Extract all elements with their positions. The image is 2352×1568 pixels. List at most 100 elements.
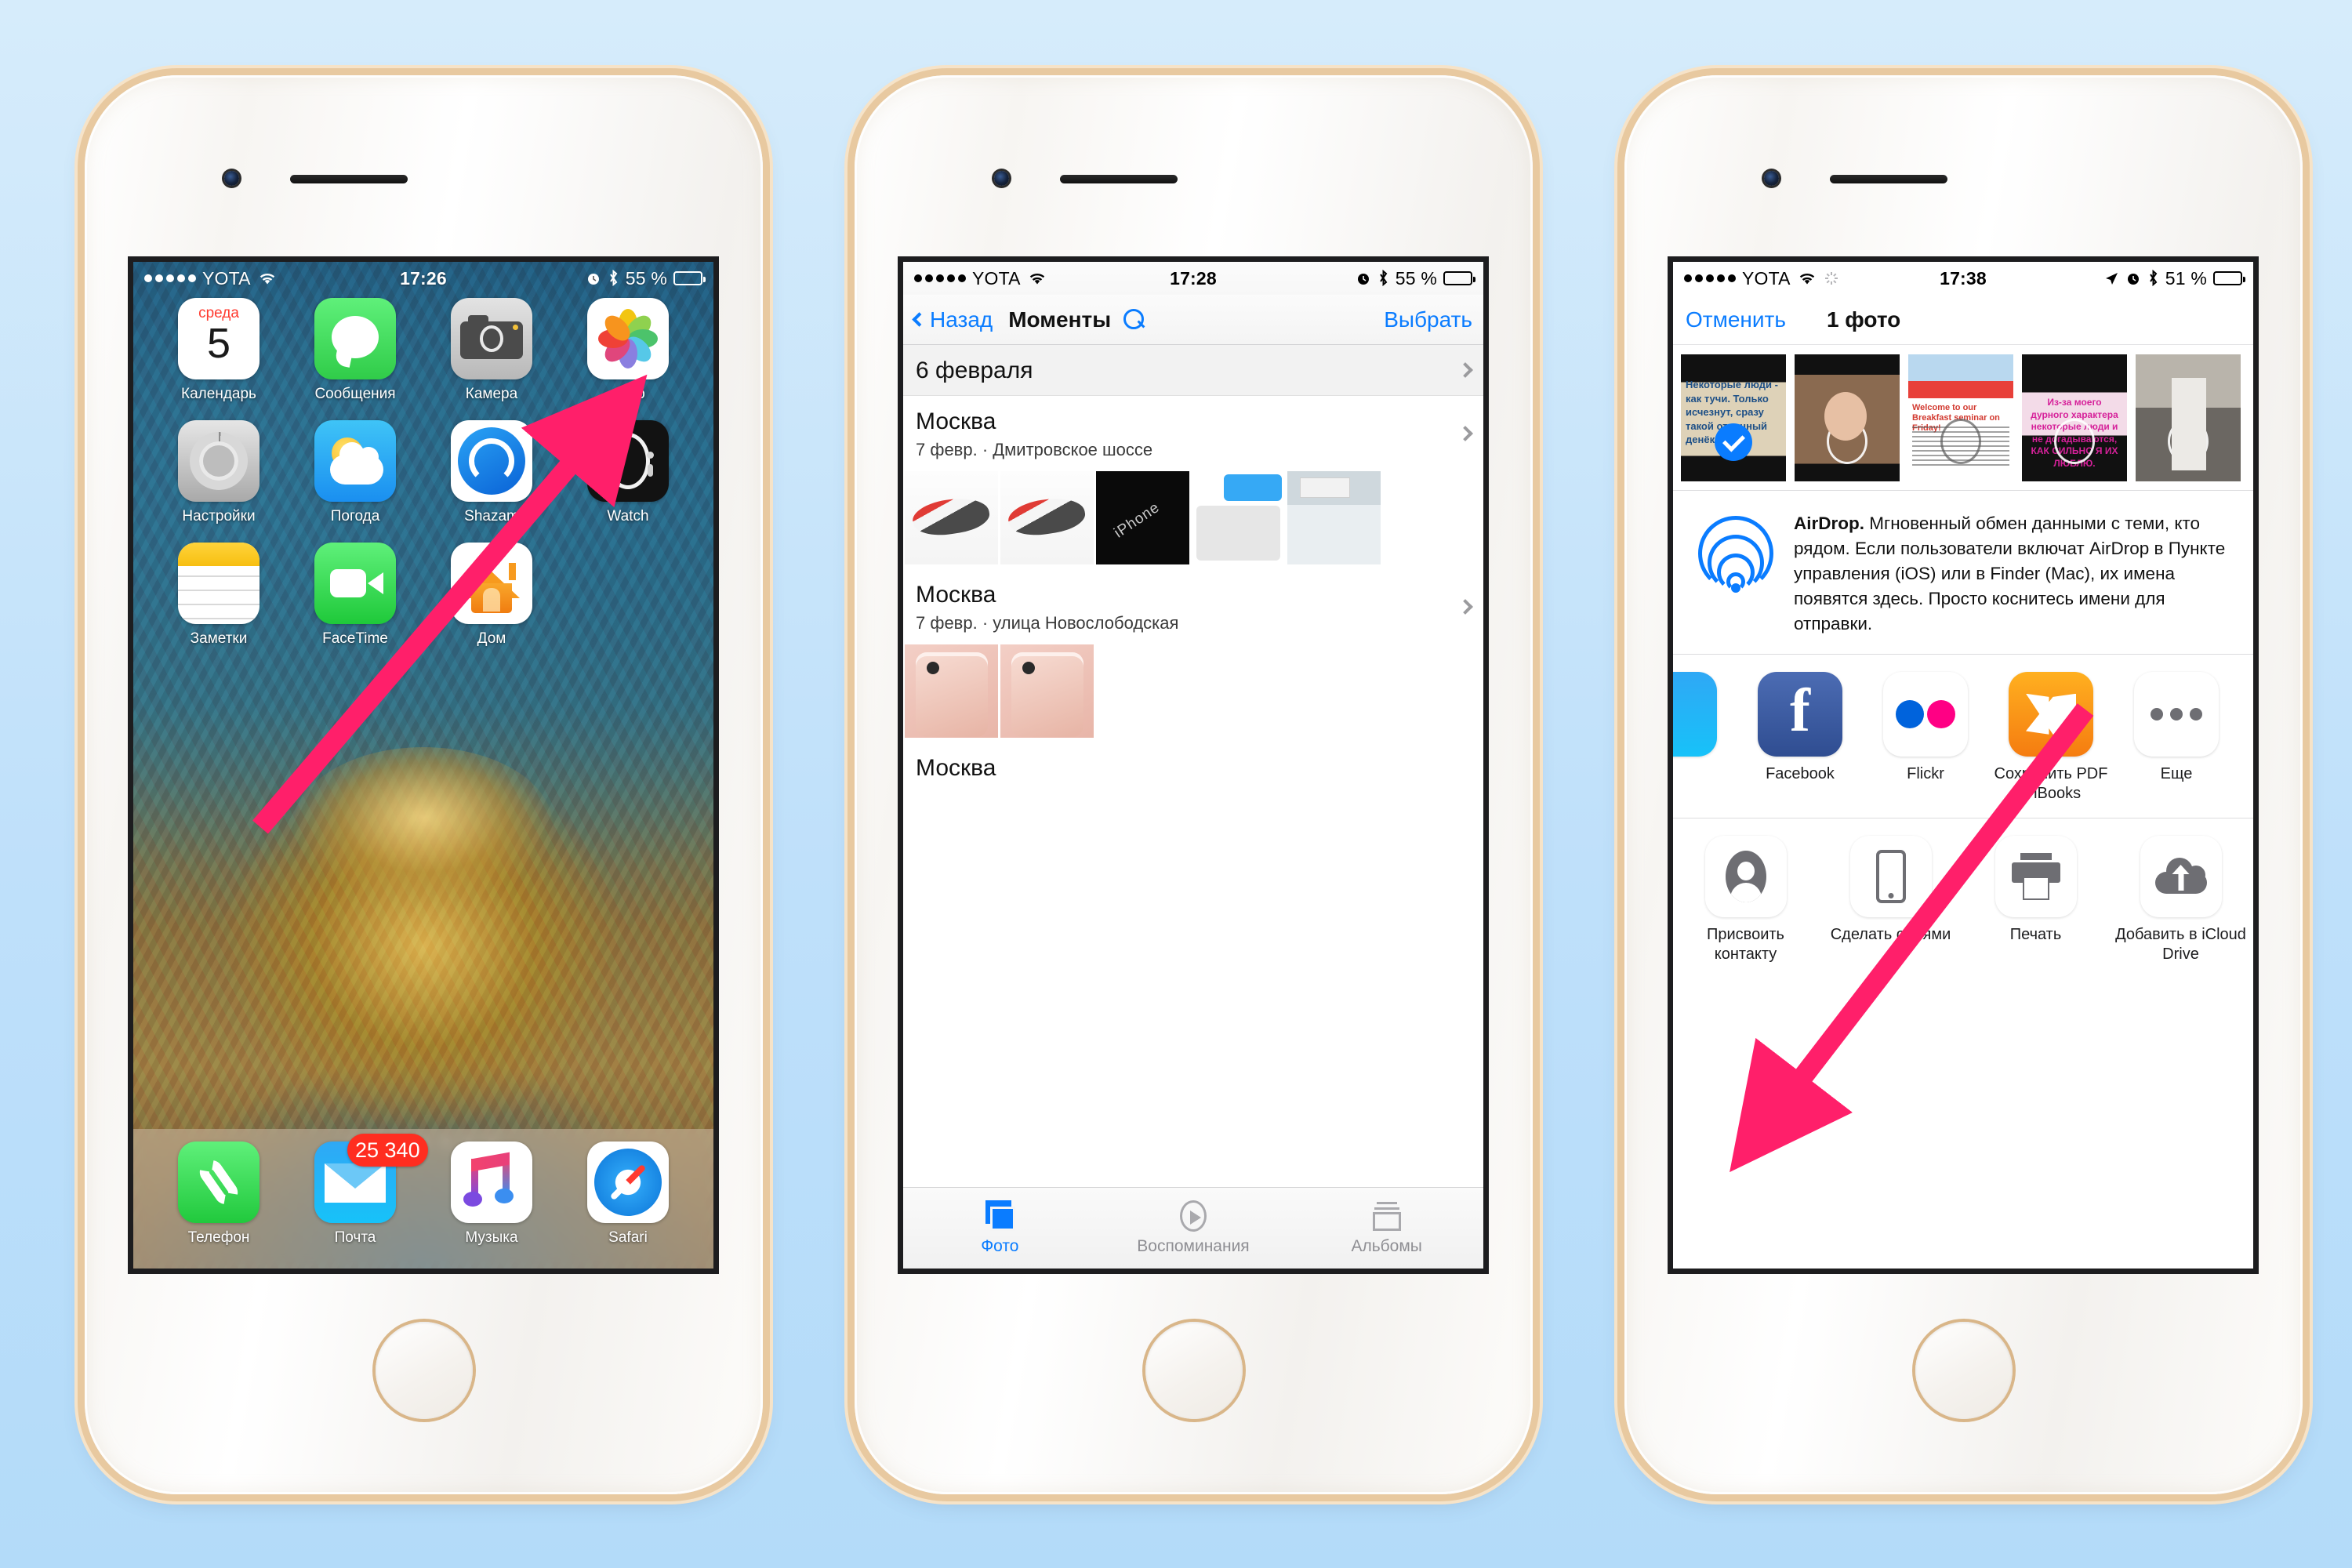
battery-percent-label: 55 % — [1395, 267, 1437, 289]
dock-safari[interactable]: Safari — [560, 1142, 696, 1269]
battery-percent-label: 51 % — [2165, 267, 2207, 289]
photo-thumb[interactable]: iPhone — [1096, 471, 1189, 564]
photo-thumb[interactable] — [905, 644, 998, 738]
status-left: YOTA — [914, 268, 1047, 289]
moment-section-header[interactable]: 6 февраля — [903, 345, 1483, 396]
tab-photos[interactable]: Фото — [903, 1188, 1097, 1269]
moment-section-header[interactable]: Москва — [903, 742, 1483, 793]
share-navigation-bar: Отменить 1 фото — [1673, 295, 2253, 345]
share-app-flickr[interactable]: Flickr — [1863, 671, 1988, 804]
dock-phone[interactable]: Телефон — [151, 1142, 287, 1269]
home-button[interactable] — [1915, 1322, 2013, 1419]
share-apps-row[interactable]: Facebook Flickr Сохранить PDF в iBooks Е… — [1673, 654, 2253, 818]
photo-thumb-selected[interactable]: Некоторые люди - как тучи. Только исчезн… — [1681, 354, 1786, 481]
dock-mail[interactable]: 25 340 Почта — [287, 1134, 428, 1269]
cancel-button[interactable]: Отменить — [1686, 307, 1786, 332]
app-notes[interactable]: Заметки — [151, 543, 287, 648]
app-settings[interactable]: Настройки — [151, 420, 287, 525]
app-camera[interactable]: Камера — [423, 298, 560, 403]
section-title: Москва — [916, 582, 996, 608]
app-photos[interactable]: Фото — [560, 298, 696, 403]
bluetooth-icon — [1379, 270, 1388, 287]
status-bar-2: YOTA 17:28 55 % — [903, 262, 1483, 295]
share-title: 1 фото — [1826, 307, 1901, 332]
moment-section-header[interactable]: Москва 7 февр. · Дмитровское шоссе — [903, 396, 1483, 471]
photos-stack-icon — [982, 1200, 1017, 1232]
app-messages[interactable]: Сообщения — [287, 298, 423, 403]
app-label: Дом — [477, 630, 506, 647]
share-app-partial[interactable] — [1673, 671, 1737, 804]
app-label: Фото — [611, 386, 645, 402]
app-home[interactable]: Дом — [423, 543, 560, 648]
shazam-icon — [451, 420, 532, 502]
front-camera-icon — [224, 171, 239, 186]
app-weather[interactable]: Погода — [287, 420, 423, 525]
unselected-circle-icon — [1940, 419, 1981, 464]
photo-grid — [903, 644, 1483, 742]
photo-thumb[interactable] — [1192, 471, 1285, 564]
photo-thumb[interactable] — [1795, 354, 1900, 481]
photo-thumb[interactable] — [1287, 471, 1381, 564]
status-right: 55 % — [1356, 267, 1475, 289]
weather-icon — [314, 420, 396, 502]
action-print[interactable]: Печать — [1963, 835, 2108, 964]
status-right: 55 % — [586, 268, 706, 289]
photo-thumb[interactable] — [905, 471, 998, 564]
search-icon[interactable] — [1123, 308, 1145, 331]
mail-badge: 25 340 — [347, 1134, 428, 1167]
screen-home: YOTA 17:26 55 % среда 5 Календарь Сообще… — [133, 262, 713, 1269]
photos-icon — [587, 298, 669, 379]
tab-memories[interactable]: Воспоминания — [1097, 1188, 1290, 1269]
selected-photos-strip[interactable]: Некоторые люди - как тучи. Только исчезн… — [1673, 345, 2253, 491]
earpiece-speaker — [290, 175, 408, 183]
home-button[interactable] — [375, 1322, 473, 1419]
carrier-label: YOTA — [1742, 267, 1791, 289]
chevron-left-icon — [912, 312, 927, 327]
photo-thumb[interactable] — [2136, 354, 2241, 481]
checkmark-icon — [1715, 423, 1752, 461]
app-calendar[interactable]: среда 5 Календарь — [151, 298, 287, 403]
app-shazam[interactable]: Shazam — [423, 420, 560, 525]
camera-icon — [451, 298, 532, 379]
share-app-facebook[interactable]: Facebook — [1737, 671, 1863, 804]
calendar-day: 5 — [206, 320, 231, 367]
share-app-more[interactable]: Еще — [2114, 671, 2239, 804]
airdrop-title: AirDrop. — [1794, 514, 1864, 533]
app-facetime[interactable]: FaceTime — [287, 543, 423, 648]
home-button[interactable] — [1145, 1322, 1243, 1419]
front-camera-icon — [994, 171, 1009, 186]
action-assign-to-contact[interactable]: Присвоить контакту — [1673, 835, 1818, 964]
section-subtitle: 7 февр. · улица Новослободская — [916, 613, 1179, 633]
battery-icon — [673, 271, 706, 285]
icloud-upload-icon — [2140, 835, 2222, 917]
dock-music[interactable]: Музыка — [423, 1142, 560, 1269]
home-app-icon — [451, 543, 532, 624]
app-label: Настройки — [182, 508, 256, 524]
back-button[interactable]: Назад — [912, 307, 993, 332]
share-app-label: Сохранить PDF в iBooks — [1994, 764, 2108, 802]
share-app-ibooks[interactable]: Сохранить PDF в iBooks — [1988, 671, 2114, 804]
photo-thumb[interactable]: Welcome to our Breakfast seminar on Frid… — [1908, 354, 2013, 481]
chevron-right-icon — [1457, 599, 1473, 615]
section-subtitle: 7 февр. · Дмитровское шоссе — [916, 440, 1153, 459]
moments-list[interactable]: 6 февраля Москва 7 февр. · Дмитровское ш… — [903, 345, 1483, 1187]
photo-thumb[interactable]: Из-за моего дурного характера некоторые … — [2022, 354, 2127, 481]
action-add-to-icloud-drive[interactable]: Добавить в iCloud Drive — [2108, 835, 2253, 964]
watch-icon — [587, 420, 669, 502]
tab-albums[interactable]: Альбомы — [1290, 1188, 1483, 1269]
app-label: Shazam — [464, 508, 519, 524]
airdrop-icon — [1693, 516, 1778, 601]
bluetooth-icon — [609, 270, 618, 287]
action-use-as-wallpaper[interactable]: Сделать обоями — [1818, 835, 1963, 964]
iphone-device-share: YOTA 17:38 51 % Отменить 1 фото Некоторы… — [1624, 75, 2303, 1494]
app-watch[interactable]: Watch — [560, 420, 696, 525]
moment-section-header[interactable]: Москва 7 февр. · улица Новослободская — [903, 569, 1483, 644]
photo-thumb[interactable] — [1000, 644, 1094, 738]
app-label: Погода — [330, 508, 380, 524]
select-button[interactable]: Выбрать — [1384, 307, 1472, 332]
share-actions-row[interactable]: Присвоить контакту Сделать обоями Печать… — [1673, 818, 2253, 980]
photo-thumb[interactable] — [1000, 471, 1094, 564]
sensor-row — [85, 168, 763, 188]
tab-label: Воспоминания — [1137, 1237, 1250, 1255]
status-left: YOTA — [144, 268, 278, 289]
